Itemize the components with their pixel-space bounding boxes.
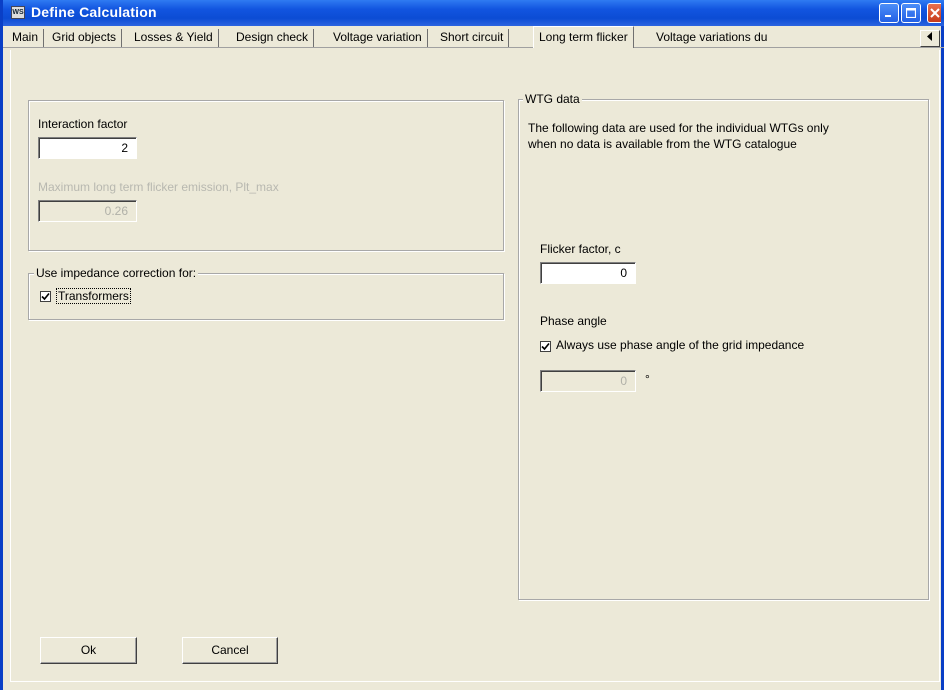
transformers-label[interactable]: Transformers (56, 288, 131, 304)
title-bar[interactable]: WS Define Calculation (3, 0, 944, 26)
wtg-description-line2: when no data is available from the WTG c… (528, 137, 797, 151)
max-flicker-label: Maximum long term flicker emission, Plt_… (38, 180, 279, 194)
tab-design-check[interactable]: Design check (231, 29, 315, 47)
interaction-factor-label: Interaction factor (38, 117, 128, 131)
interaction-factor-input[interactable]: 2 (38, 137, 137, 159)
close-button[interactable] (927, 3, 941, 23)
wtg-description-line1: The following data are used for the indi… (528, 121, 829, 135)
tab-voltage-variations-du[interactable]: Voltage variations du (651, 29, 919, 47)
phase-angle-input: 0 (540, 370, 636, 392)
tab-main[interactable]: Main (7, 29, 45, 47)
tab-grid-objects[interactable]: Grid objects (47, 29, 123, 47)
tab-short-circuit[interactable]: Short circuit (435, 29, 510, 47)
window-title: Define Calculation (31, 4, 157, 20)
minimize-icon (885, 15, 891, 17)
close-icon (930, 8, 940, 18)
always-use-phase-angle-label[interactable]: Always use phase angle of the grid imped… (556, 338, 804, 352)
checkmark-icon (541, 342, 550, 351)
tab-losses-yield[interactable]: Losses & Yield (129, 29, 219, 47)
minimize-button[interactable] (879, 3, 899, 23)
tab-strip: Main Grid objects Losses & Yield Design … (3, 26, 944, 48)
tab-scroll-left-button[interactable] (920, 30, 940, 47)
phase-angle-label: Phase angle (540, 314, 607, 328)
always-use-phase-angle-checkbox[interactable] (540, 341, 551, 352)
tab-voltage-variation[interactable]: Voltage variation (328, 29, 428, 47)
cancel-button[interactable]: Cancel (182, 637, 278, 664)
app-icon: WS (11, 6, 25, 19)
maximize-button[interactable] (901, 3, 921, 23)
flicker-factor-label: Flicker factor, c (540, 242, 621, 256)
arrow-left-icon (927, 32, 932, 41)
define-calculation-window: WS Define Calculation Main Grid objects … (0, 0, 944, 690)
impedance-correction-title: Use impedance correction for: (34, 266, 199, 280)
checkmark-icon (41, 292, 50, 301)
ok-button[interactable]: Ok (40, 637, 137, 664)
phase-angle-unit: ° (645, 372, 650, 386)
flicker-factor-input[interactable]: 0 (540, 262, 636, 284)
transformers-checkbox[interactable] (40, 291, 51, 302)
tab-long-term-flicker[interactable]: Long term flicker (533, 26, 634, 48)
max-flicker-input: 0.26 (38, 200, 137, 222)
wtg-data-title: WTG data (523, 92, 582, 106)
maximize-icon (906, 8, 916, 18)
